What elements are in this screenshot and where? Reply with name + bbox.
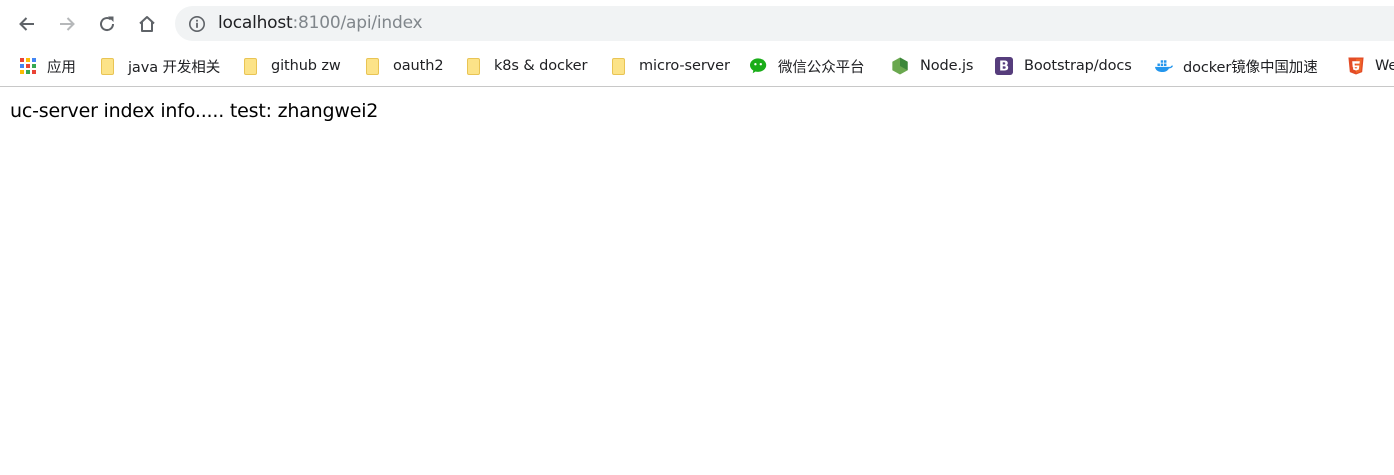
svg-text:B: B <box>999 60 1009 75</box>
folder-icon <box>244 57 257 75</box>
page-body-text: uc-server index info..... test: zhangwei… <box>10 100 379 122</box>
arrow-right-icon <box>60 17 75 31</box>
folder-icon <box>467 57 480 75</box>
browser-toolbar: localhost:8100/api/index <box>0 0 1394 46</box>
bookmark-label: k8s & docker <box>494 58 588 74</box>
bookmark-nodejs[interactable]: Node.js <box>891 52 973 80</box>
bookmark-folder-oauth2[interactable]: oauth2 <box>366 52 444 80</box>
apps-grid-icon <box>20 58 36 74</box>
forward-button[interactable] <box>51 8 83 40</box>
bookmark-label: 应用 <box>47 59 76 76</box>
wechat-icon <box>750 58 767 74</box>
url-host: localhost <box>218 13 293 33</box>
home-button[interactable] <box>131 8 163 40</box>
back-button[interactable] <box>11 8 43 40</box>
bookmark-docker[interactable]: docker镜像中国加速 <box>1155 52 1318 80</box>
bookmark-label: github zw <box>271 58 341 74</box>
arrow-left-icon <box>19 17 34 31</box>
docker-icon <box>1155 60 1173 73</box>
bookmark-folder-k8s[interactable]: k8s & docker <box>467 52 587 80</box>
bookmark-folder-micro-server[interactable]: micro-server <box>612 52 730 80</box>
folder-icon <box>612 57 625 75</box>
nodejs-icon <box>892 57 908 75</box>
url-path: :8100/api/index <box>292 13 423 33</box>
bookmark-label: We <box>1375 58 1394 74</box>
url-text[interactable]: localhost:8100/api/index <box>218 12 423 34</box>
bootstrap-icon: B <box>995 57 1013 75</box>
home-icon <box>139 16 155 32</box>
bookmark-folder-java[interactable]: java 开发相关 <box>101 52 220 80</box>
folder-icon <box>366 57 379 75</box>
bookmark-label: Node.js <box>920 58 974 74</box>
bookmark-folder-github[interactable]: github zw <box>244 52 341 80</box>
bookmark-html5[interactable]: We <box>1347 52 1394 80</box>
bookmark-apps[interactable]: 应用 <box>19 52 76 80</box>
bookmark-label: oauth2 <box>393 58 444 74</box>
folder-icon <box>101 57 114 75</box>
address-bar[interactable]: localhost:8100/api/index <box>175 6 1394 41</box>
bookmark-label: Bootstrap/docs <box>1024 58 1132 74</box>
bookmark-label: 微信公众平台 <box>778 59 865 76</box>
info-icon[interactable] <box>188 15 206 33</box>
bookmark-wechat[interactable]: 微信公众平台 <box>750 52 865 80</box>
html5-icon <box>1348 57 1364 75</box>
bookmarks-bar: 应用 java 开发相关 github zw oauth2 k8s & dock… <box>0 46 1394 87</box>
bookmark-label: micro-server <box>639 58 730 74</box>
bookmark-label: java 开发相关 <box>128 59 221 76</box>
bookmark-label: docker镜像中国加速 <box>1183 59 1318 76</box>
reload-button[interactable] <box>91 8 123 40</box>
bookmark-bootstrap[interactable]: B Bootstrap/docs <box>995 52 1132 80</box>
reload-icon <box>100 16 115 32</box>
